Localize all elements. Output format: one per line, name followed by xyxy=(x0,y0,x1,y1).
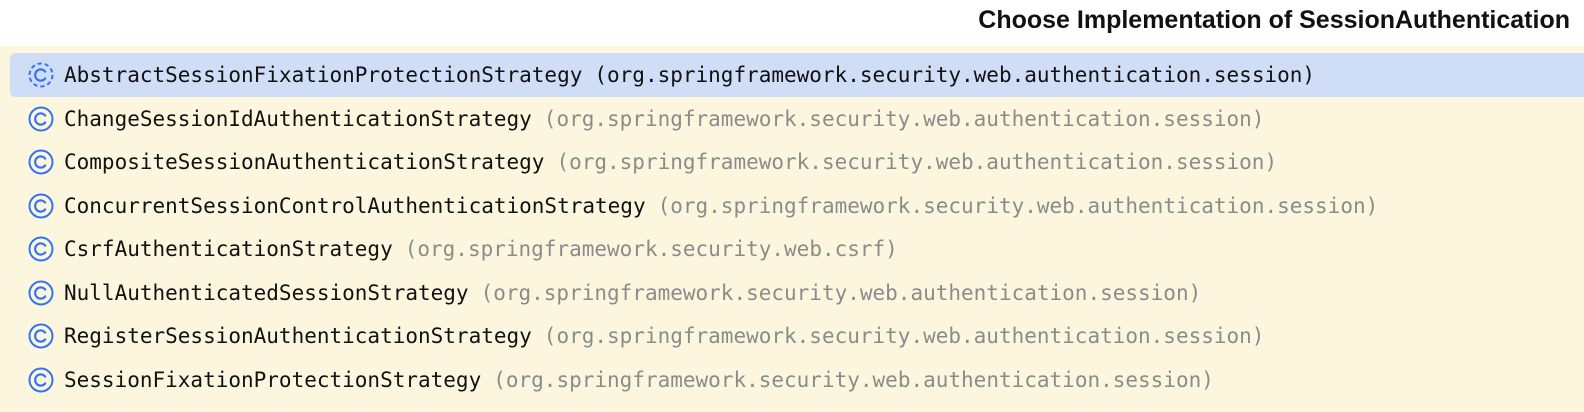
class-name: CsrfAuthenticationStrategy xyxy=(64,237,393,261)
list-item[interactable]: CompositeSessionAuthenticationStrategy (… xyxy=(10,140,1584,184)
class-icon xyxy=(26,321,56,351)
class-name: ConcurrentSessionControlAuthenticationSt… xyxy=(64,194,646,218)
package-name: (org.springframework.security.web.authen… xyxy=(594,63,1316,87)
class-icon xyxy=(26,191,56,221)
class-name: CompositeSessionAuthenticationStrategy xyxy=(64,150,545,174)
package-name: (org.springframework.security.web.authen… xyxy=(493,368,1214,392)
package-name: (org.springframework.security.web.authen… xyxy=(543,324,1265,348)
implementation-list[interactable]: AbstractSessionFixationProtectionStrateg… xyxy=(0,46,1584,412)
package-name: (org.springframework.security.web.authen… xyxy=(657,194,1379,218)
list-item[interactable]: AbstractSessionFixationProtectionStrateg… xyxy=(10,53,1584,97)
list-item[interactable]: ChangeSessionIdAuthenticationStrategy (o… xyxy=(10,97,1584,141)
class-icon xyxy=(26,365,56,395)
class-name: ChangeSessionIdAuthenticationStrategy xyxy=(64,107,532,131)
package-name: (org.springframework.security.web.authen… xyxy=(543,107,1265,131)
list-item[interactable]: RegisterSessionAuthenticationStrategy (o… xyxy=(10,314,1584,358)
class-name: NullAuthenticatedSessionStrategy xyxy=(64,281,469,305)
class-name: RegisterSessionAuthenticationStrategy xyxy=(64,324,532,348)
class-name: AbstractSessionFixationProtectionStrateg… xyxy=(64,63,583,87)
package-name: (org.springframework.security.web.authen… xyxy=(480,281,1202,305)
list-item[interactable]: ConcurrentSessionControlAuthenticationSt… xyxy=(10,184,1584,228)
package-name: (org.springframework.security.web.authen… xyxy=(556,150,1278,174)
class-icon xyxy=(26,234,56,264)
abstract-class-icon xyxy=(26,60,56,90)
class-icon xyxy=(26,104,56,134)
package-name: (org.springframework.security.web.csrf) xyxy=(404,237,898,261)
popup-title: Choose Implementation of SessionAuthenti… xyxy=(978,6,1570,34)
class-icon xyxy=(26,278,56,308)
list-item[interactable]: SessionFixationProtectionStrategy (org.s… xyxy=(10,358,1584,402)
popup-header: Choose Implementation of SessionAuthenti… xyxy=(0,0,1584,46)
list-item[interactable]: NullAuthenticatedSessionStrategy (org.sp… xyxy=(10,271,1584,315)
class-name: SessionFixationProtectionStrategy xyxy=(64,368,482,392)
class-icon xyxy=(26,147,56,177)
list-item[interactable]: CsrfAuthenticationStrategy (org.springfr… xyxy=(10,227,1584,271)
choose-implementation-popup: Choose Implementation of SessionAuthenti… xyxy=(0,0,1584,412)
